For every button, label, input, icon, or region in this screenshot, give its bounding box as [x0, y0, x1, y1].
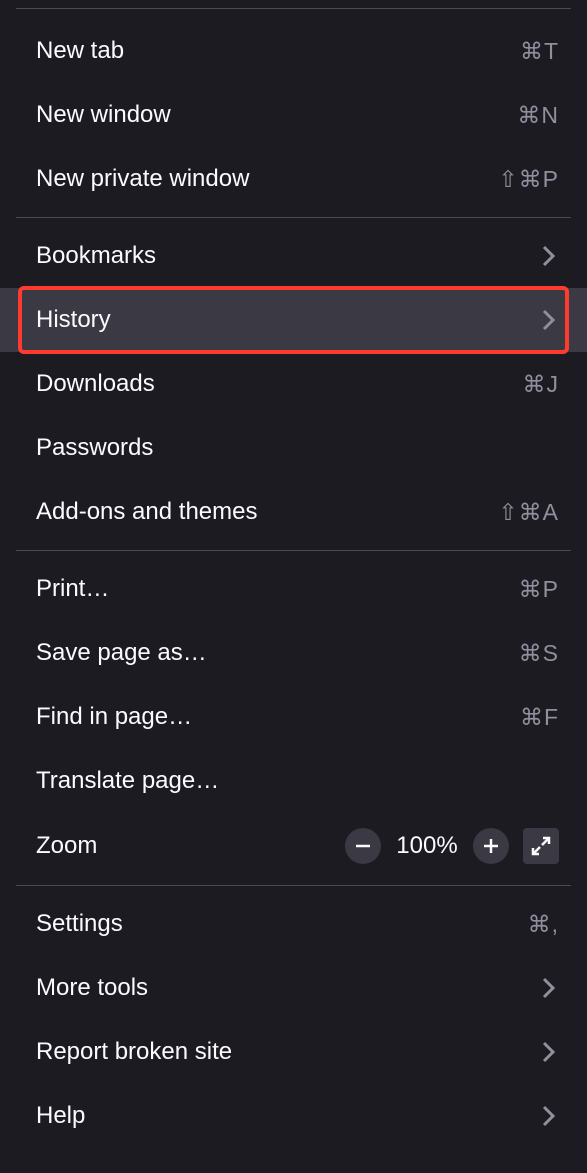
menu-item-new-tab[interactable]: New tab ⌘T — [0, 19, 587, 83]
menu-item-label: Passwords — [36, 434, 153, 462]
menu-item-shortcut: ⇧⌘P — [498, 166, 559, 193]
menu-item-label: New tab — [36, 37, 124, 65]
chevron-right-icon — [539, 978, 559, 998]
menu-item-new-private-window[interactable]: New private window ⇧⌘P — [0, 147, 587, 211]
chevron-right-icon — [539, 310, 559, 330]
menu-item-passwords[interactable]: Passwords — [0, 416, 587, 480]
menu-item-shortcut: ⌘N — [517, 102, 559, 129]
menu-item-shortcut: ⌘P — [519, 576, 559, 603]
menu-section: Bookmarks History Downloads ⌘J Passwords… — [0, 218, 587, 550]
menu-item-shortcut: ⌘T — [520, 38, 559, 65]
menu-item-label: New private window — [36, 165, 249, 193]
menu-item-downloads[interactable]: Downloads ⌘J — [0, 352, 587, 416]
menu-section: New tab ⌘T New window ⌘N New private win… — [0, 13, 587, 217]
menu-item-bookmarks[interactable]: Bookmarks — [0, 224, 587, 288]
menu-item-print[interactable]: Print… ⌘P — [0, 557, 587, 621]
menu-item-translate-page[interactable]: Translate page… — [0, 749, 587, 813]
menu-item-shortcut: ⌘S — [519, 640, 559, 667]
menu-item-label: History — [36, 306, 111, 334]
menu-item-history[interactable]: History — [0, 288, 587, 352]
menu-item-label: Find in page… — [36, 703, 192, 731]
application-menu: New tab ⌘T New window ⌘N New private win… — [0, 0, 587, 1162]
zoom-out-button[interactable] — [345, 828, 381, 864]
menu-item-label: Print… — [36, 575, 109, 603]
menu-item-shortcut: ⌘F — [520, 704, 559, 731]
menu-divider — [16, 8, 571, 9]
zoom-in-button[interactable] — [473, 828, 509, 864]
zoom-value: 100% — [395, 832, 459, 860]
menu-item-addons[interactable]: Add-ons and themes ⇧⌘A — [0, 480, 587, 544]
menu-item-label: New window — [36, 101, 171, 129]
menu-item-label: Save page as… — [36, 639, 207, 667]
menu-item-shortcut: ⇧⌘A — [498, 499, 559, 526]
menu-item-label: Report broken site — [36, 1038, 232, 1066]
chevron-right-icon — [539, 246, 559, 266]
menu-item-label: Add-ons and themes — [36, 498, 257, 526]
fullscreen-button[interactable] — [523, 828, 559, 864]
chevron-right-icon — [539, 1106, 559, 1126]
zoom-controls: 100% — [345, 828, 559, 864]
menu-section: Settings ⌘, More tools Report broken sit… — [0, 886, 587, 1154]
menu-item-shortcut: ⌘J — [523, 371, 560, 398]
menu-item-label: Settings — [36, 910, 123, 938]
menu-item-find-in-page[interactable]: Find in page… ⌘F — [0, 685, 587, 749]
menu-item-shortcut: ⌘, — [528, 911, 559, 938]
menu-item-label: Downloads — [36, 370, 155, 398]
menu-item-label: Bookmarks — [36, 242, 156, 270]
menu-item-more-tools[interactable]: More tools — [0, 956, 587, 1020]
menu-item-help[interactable]: Help — [0, 1084, 587, 1148]
menu-item-label: Translate page… — [36, 767, 219, 795]
menu-section: Print… ⌘P Save page as… ⌘S Find in page…… — [0, 551, 587, 885]
menu-item-report-broken-site[interactable]: Report broken site — [0, 1020, 587, 1084]
menu-item-save-page[interactable]: Save page as… ⌘S — [0, 621, 587, 685]
menu-item-label: More tools — [36, 974, 148, 1002]
menu-item-new-window[interactable]: New window ⌘N — [0, 83, 587, 147]
menu-item-settings[interactable]: Settings ⌘, — [0, 892, 587, 956]
menu-item-label: Help — [36, 1102, 85, 1130]
menu-item-zoom: Zoom 100% — [0, 813, 587, 879]
menu-item-label: Zoom — [36, 832, 97, 860]
chevron-right-icon — [539, 1042, 559, 1062]
